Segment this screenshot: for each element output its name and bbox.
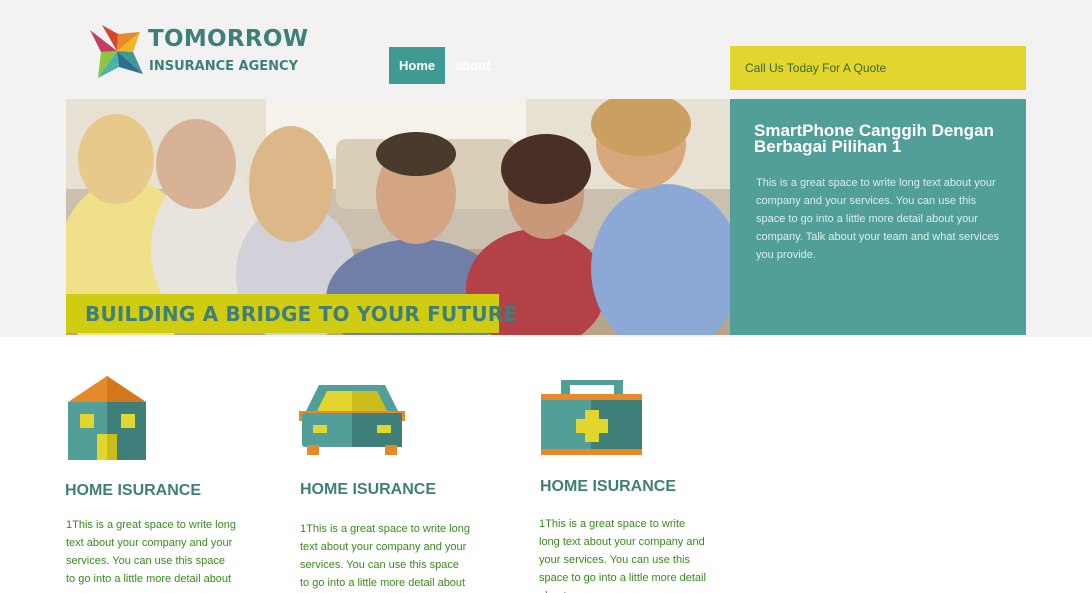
house-icon bbox=[68, 376, 146, 460]
feature-title: HOME ISURANCE bbox=[300, 481, 437, 498]
hero-banner-text: BUILDING A BRIDGE TO YOUR FUTURE bbox=[85, 302, 518, 326]
logo-title: TOMORROW bbox=[148, 26, 309, 52]
hero-banner: BUILDING A BRIDGE TO YOUR FUTURE bbox=[66, 294, 517, 333]
side-panel-body: This is a great space to write long text… bbox=[756, 177, 999, 261]
feature-title: HOME ISURANCE bbox=[65, 482, 202, 499]
feature-text: 1This is a great space to write long tex… bbox=[300, 523, 470, 589]
hero-image: BUILDING A BRIDGE TO YOUR FUTURE bbox=[66, 99, 730, 335]
feature-card: HOME ISURANCE 1This is a great space to … bbox=[65, 376, 265, 593]
logo[interactable]: TOMORROW INSURANCE AGENCY bbox=[88, 22, 308, 80]
nav-about[interactable]: about bbox=[445, 47, 500, 84]
pinwheel-logo-icon bbox=[90, 25, 143, 78]
feature-text: 1This is a great space to write long tex… bbox=[66, 519, 236, 593]
car-icon bbox=[299, 385, 405, 455]
main-nav: Home about bbox=[389, 47, 501, 84]
feature-card: HOME ISURANCE 1This is a great space to … bbox=[299, 383, 499, 593]
medical-kit-icon bbox=[541, 380, 642, 455]
logo-subtitle: INSURANCE AGENCY bbox=[149, 59, 298, 74]
side-panel: SmartPhone Canggih Dengan Berbagai Pilih… bbox=[730, 99, 1026, 335]
quote-button[interactable]: Call Us Today For A Quote bbox=[730, 46, 1026, 90]
feature-title: HOME ISURANCE bbox=[540, 478, 677, 495]
feature-text: 1This is a great space to write long tex… bbox=[539, 518, 706, 593]
side-panel-title: SmartPhone Canggih Dengan Berbagai Pilih… bbox=[754, 121, 994, 156]
feature-card: HOME ISURANCE 1This is a great space to … bbox=[539, 380, 740, 593]
nav-home[interactable]: Home bbox=[389, 47, 446, 84]
quote-label: Call Us Today For A Quote bbox=[745, 61, 887, 75]
